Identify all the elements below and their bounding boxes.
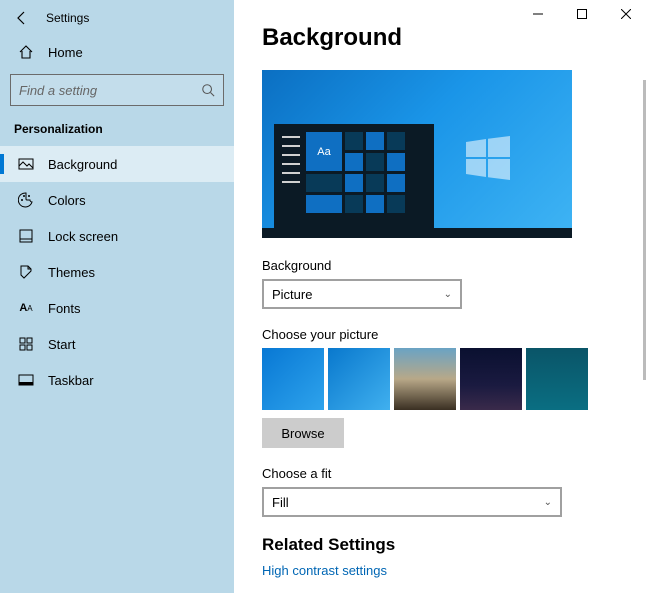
background-dropdown-label: Background: [262, 258, 620, 273]
titlebar: Settings: [0, 6, 234, 36]
picture-thumbnail[interactable]: [394, 348, 456, 410]
background-dropdown[interactable]: Picture ⌄: [262, 279, 462, 309]
page-heading: Background: [262, 24, 620, 52]
choose-fit-label: Choose a fit: [262, 466, 620, 481]
nav-item-label: Themes: [48, 265, 95, 280]
sidebar-item-background[interactable]: Background: [0, 146, 234, 182]
search-icon: [201, 83, 215, 97]
background-preview: Aa: [262, 70, 572, 238]
home-button[interactable]: Home: [0, 36, 234, 68]
nav-item-label: Background: [48, 157, 117, 172]
sidebar-item-taskbar[interactable]: Taskbar: [0, 362, 234, 398]
picture-thumbnail[interactable]: [526, 348, 588, 410]
lockscreen-icon: [18, 228, 34, 244]
sidebar-item-themes[interactable]: Themes: [0, 254, 234, 290]
themes-icon: [18, 264, 34, 280]
picture-thumbnails: [262, 348, 620, 410]
fonts-icon: AA: [18, 300, 34, 316]
nav-item-label: Colors: [48, 193, 86, 208]
nav-item-label: Taskbar: [48, 373, 94, 388]
windows-logo-icon: [466, 136, 510, 180]
fit-dropdown[interactable]: Fill ⌄: [262, 487, 562, 517]
section-label: Personalization: [0, 118, 234, 146]
sidebar-item-colors[interactable]: Colors: [0, 182, 234, 218]
choose-picture-label: Choose your picture: [262, 327, 620, 342]
app-title: Settings: [46, 11, 89, 25]
nav-item-label: Lock screen: [48, 229, 118, 244]
nav-item-label: Start: [48, 337, 75, 352]
close-button[interactable]: [604, 0, 648, 28]
start-menu-preview: Aa: [274, 124, 434, 228]
nav-item-label: Fonts: [48, 301, 81, 316]
picture-icon: [18, 156, 34, 172]
nav-list: Background Colors Lock screen Themes AA …: [0, 146, 234, 398]
search-box[interactable]: [10, 74, 224, 106]
browse-button[interactable]: Browse: [262, 418, 344, 448]
related-settings-heading: Related Settings: [262, 535, 620, 555]
sidebar-item-fonts[interactable]: AA Fonts: [0, 290, 234, 326]
sidebar-item-start[interactable]: Start: [0, 326, 234, 362]
picture-thumbnail[interactable]: [460, 348, 522, 410]
chevron-down-icon: ⌄: [444, 289, 452, 300]
maximize-button[interactable]: [560, 0, 604, 28]
sidebar-item-lockscreen[interactable]: Lock screen: [0, 218, 234, 254]
palette-icon: [18, 192, 34, 208]
home-label: Home: [48, 45, 83, 60]
window-controls: [516, 0, 648, 28]
picture-thumbnail[interactable]: [262, 348, 324, 410]
sidebar: Settings Home Personalization Background…: [0, 0, 234, 593]
background-dropdown-value: Picture: [272, 287, 312, 302]
minimize-button[interactable]: [516, 0, 560, 28]
main-area: Background Aa Background Picture ⌄: [234, 0, 648, 593]
scrollbar[interactable]: [643, 80, 646, 380]
taskbar-icon: [18, 372, 34, 388]
start-icon: [18, 336, 34, 352]
home-icon: [18, 44, 34, 60]
preview-sample-text: Aa: [306, 132, 342, 171]
picture-thumbnail[interactable]: [328, 348, 390, 410]
fit-dropdown-value: Fill: [272, 495, 289, 510]
chevron-down-icon: ⌄: [544, 497, 552, 508]
search-input[interactable]: [19, 83, 201, 98]
high-contrast-link[interactable]: High contrast settings: [262, 563, 620, 578]
back-button[interactable]: [14, 10, 30, 26]
content: Background Aa Background Picture ⌄: [234, 0, 648, 593]
